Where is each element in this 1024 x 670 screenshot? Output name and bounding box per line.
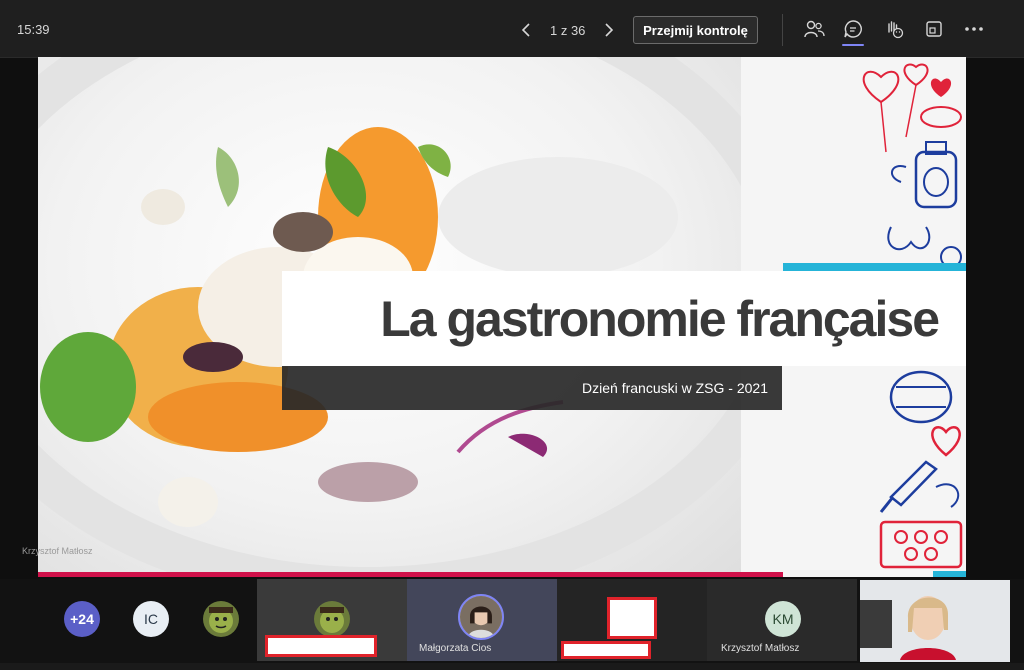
participant-tile-3[interactable] bbox=[557, 579, 707, 661]
more-options-icon[interactable] bbox=[962, 17, 986, 41]
participant-name: Krzysztof Matłosz bbox=[721, 643, 800, 654]
take-control-button[interactable]: Przejmij kontrolę bbox=[633, 16, 758, 44]
taskbar bbox=[0, 663, 1024, 670]
chat-icon[interactable] bbox=[841, 17, 865, 46]
page-indicator: 1 z 36 bbox=[550, 22, 586, 38]
previous-slide-icon[interactable] bbox=[516, 20, 536, 40]
redacted-name bbox=[265, 635, 377, 657]
presenter-label: Krzysztof Matłosz bbox=[22, 546, 93, 556]
participant-avatar bbox=[314, 601, 350, 637]
view-toggle-icon[interactable] bbox=[922, 17, 946, 41]
overflow-participants-badge[interactable]: +24 bbox=[64, 601, 100, 637]
redacted-name bbox=[561, 641, 651, 659]
participant-avatar-shrek[interactable] bbox=[203, 601, 239, 637]
slide-title: La gastronomie française bbox=[380, 290, 940, 347]
reactions-icon[interactable] bbox=[882, 17, 906, 41]
slide-pager: 1 z 36 bbox=[516, 18, 619, 42]
participant-tile-malgorzata[interactable]: Małgorzata Cios bbox=[407, 579, 557, 661]
cyan-accent-bar bbox=[783, 263, 966, 271]
toolbar-divider bbox=[782, 14, 783, 46]
meeting-toolbar: 15:39 1 z 36 Przejmij kontrolę bbox=[0, 0, 1024, 58]
participant-avatar-km: KM bbox=[765, 601, 801, 637]
meeting-time: 15:39 bbox=[17, 22, 50, 37]
participant-avatar-ic[interactable]: IC bbox=[133, 601, 169, 637]
self-video-tile[interactable] bbox=[860, 580, 1010, 662]
next-slide-icon[interactable] bbox=[599, 20, 619, 40]
red-accent-bar bbox=[38, 572, 783, 577]
participant-tile-1[interactable] bbox=[257, 579, 407, 661]
redacted-avatar bbox=[607, 597, 657, 639]
participant-avatar bbox=[458, 594, 504, 640]
participants-strip: +24 IC Małgorzata Cios KM Krzysztof Matł… bbox=[0, 579, 1024, 663]
title-banner: La gastronomie française bbox=[282, 271, 966, 366]
shared-slide: La gastronomie française Dzień francuski… bbox=[38, 57, 966, 577]
cyan-accent-bar-bottom bbox=[933, 571, 966, 577]
slide-subtitle: Dzień francuski w ZSG - 2021 bbox=[582, 380, 768, 396]
subtitle-banner: Dzień francuski w ZSG - 2021 bbox=[282, 366, 782, 410]
participant-tile-km[interactable]: KM Krzysztof Matłosz bbox=[707, 579, 857, 661]
people-icon[interactable] bbox=[802, 17, 826, 41]
participant-name: Małgorzata Cios bbox=[419, 643, 492, 654]
